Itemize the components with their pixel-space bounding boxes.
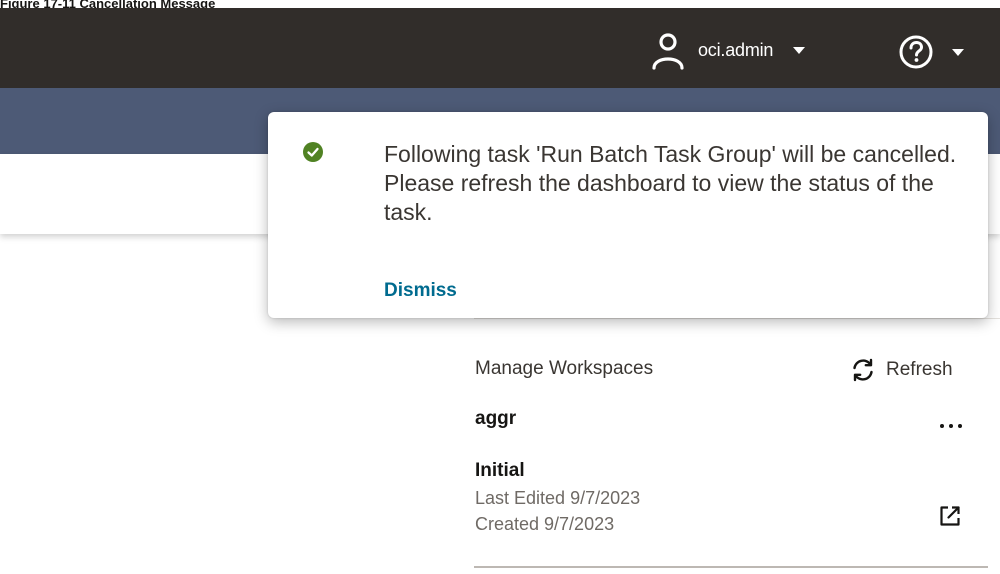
user-icon [652,33,684,70]
workspace-name[interactable]: aggr [475,408,516,430]
user-name: oci.admin [698,39,774,60]
version-name: Initial [475,460,525,481]
refresh-icon [853,358,873,382]
figure-caption: Figure 17-11 Cancellation Message [0,0,216,8]
dismiss-link[interactable]: Dismiss [384,280,457,302]
user-menu[interactable]: oci.admin [648,30,806,70]
top-header-bar: oci.admin [0,8,1000,88]
check-circle-icon [303,142,323,162]
ellipsis-dot [940,424,944,428]
more-actions-button[interactable] [934,418,968,434]
created-date: Created 9/7/2023 [475,514,615,534]
notification-toast: Following task 'Run Batch Task Group' wi… [268,112,988,318]
refresh-label: Refresh [886,359,953,380]
divider [474,318,1000,319]
chevron-down-icon [952,48,964,56]
panel-title: Manage Workspaces [475,358,654,379]
open-external-icon[interactable] [938,504,962,528]
divider [474,566,988,568]
manage-workspaces-panel: Manage Workspaces Refresh aggr Initial L… [448,318,1000,574]
chevron-down-icon [793,46,806,54]
ellipsis-dot [958,424,962,428]
help-menu[interactable] [898,34,964,70]
refresh-button[interactable]: Refresh [850,356,953,384]
ellipsis-dot [949,424,953,428]
toast-message: Following task 'Run Batch Task Group' wi… [384,141,957,225]
last-edited-date: Last Edited 9/7/2023 [475,488,641,508]
help-icon [899,35,933,69]
